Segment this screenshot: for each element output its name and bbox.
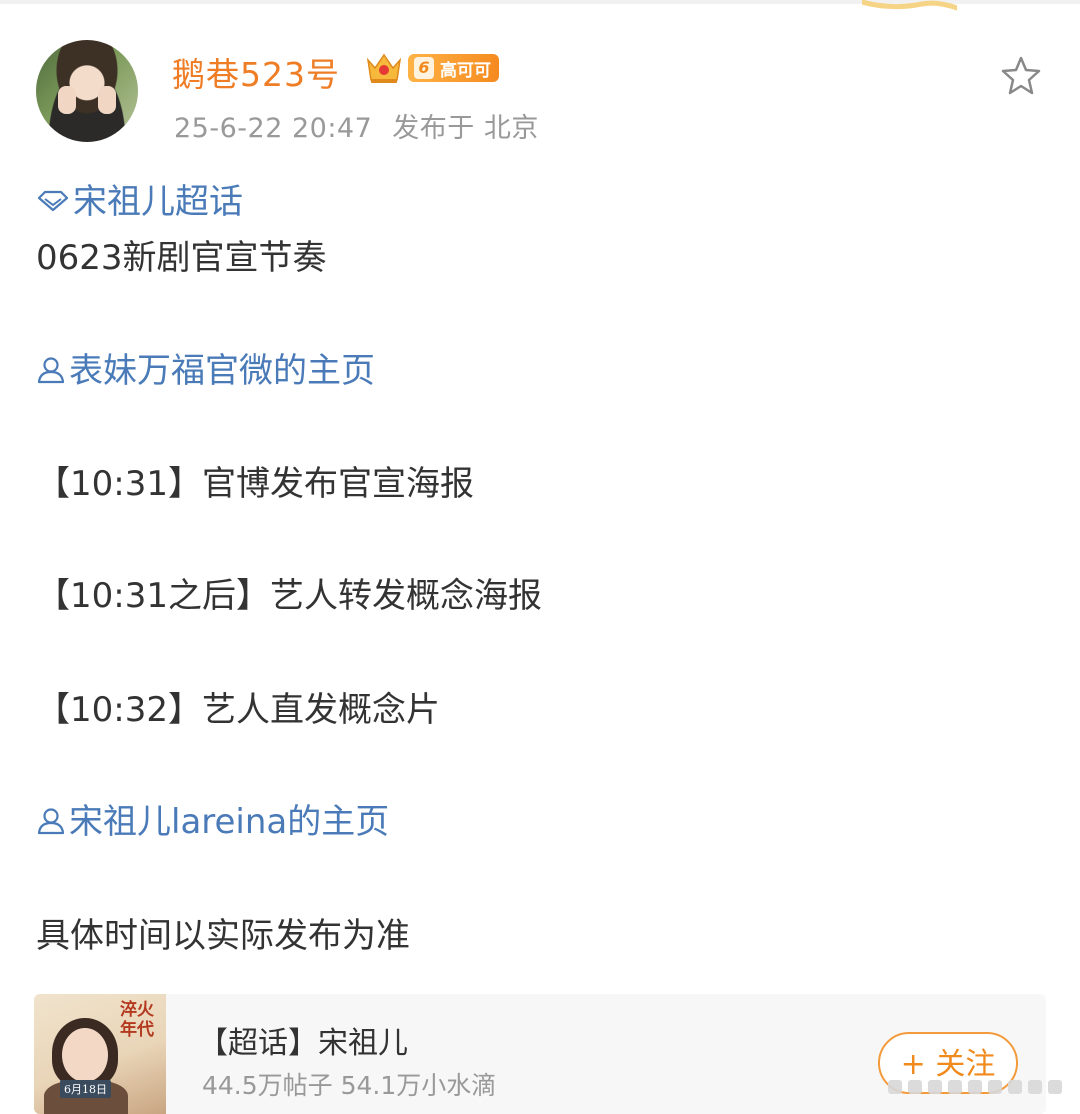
- username[interactable]: 鹅巷523号: [172, 48, 340, 96]
- mention-label-1: 表妹万福官微的主页: [69, 351, 375, 391]
- decoration-icon: [862, 0, 957, 11]
- mention-link-2[interactable]: 宋祖儿lareina的主页: [36, 794, 389, 843]
- poster-face: [62, 1028, 108, 1082]
- avatar-hand: [98, 86, 116, 114]
- post-meta: 25-6-22 20:47 发布于 北京: [174, 106, 539, 145]
- post-text-line: 【10:31】官博发布官宣海报: [36, 464, 474, 504]
- level-badge-text: 高可可: [440, 60, 491, 81]
- post-location: 发布于 北京: [392, 113, 539, 144]
- mention-link-1[interactable]: 表妹万福官微的主页: [36, 343, 375, 392]
- poster-title: 淬火年代: [120, 1000, 154, 1040]
- post-text-line: 【10:31之后】艺人转发概念海报: [36, 576, 542, 616]
- user-mention-icon: [37, 807, 65, 834]
- post-text-line: 具体时间以实际发布为准: [36, 916, 410, 956]
- card-stats: 44.5万帖子 54.1万小水滴: [202, 1071, 497, 1100]
- poster-date: 6月18日: [60, 1080, 111, 1098]
- user-mention-icon: [37, 356, 65, 383]
- post-time: 25-6-22 20:47: [174, 113, 373, 144]
- level-badge[interactable]: 6 高可可: [408, 54, 499, 82]
- super-topic-label: 宋祖儿超话: [73, 182, 243, 222]
- watermark-icon: [888, 1080, 1062, 1094]
- card-title: 【超话】宋祖儿: [198, 1026, 408, 1061]
- level-number: 6: [414, 57, 434, 79]
- avatar[interactable]: [36, 40, 138, 142]
- favorite-star-icon[interactable]: [1000, 54, 1042, 96]
- super-topic-diamond-icon: [37, 190, 69, 211]
- post-text-line: 0623新剧官宣节奏: [36, 238, 327, 278]
- super-topic-poster: 淬火年代 6月18日: [34, 994, 166, 1114]
- mention-label-2: 宋祖儿lareina的主页: [69, 802, 390, 842]
- avatar-hand: [58, 86, 76, 114]
- post-text-line: 【10:32】艺人直发概念片: [36, 690, 440, 730]
- super-topic-link[interactable]: 宋祖儿超话: [36, 174, 243, 223]
- crown-icon: [366, 53, 402, 83]
